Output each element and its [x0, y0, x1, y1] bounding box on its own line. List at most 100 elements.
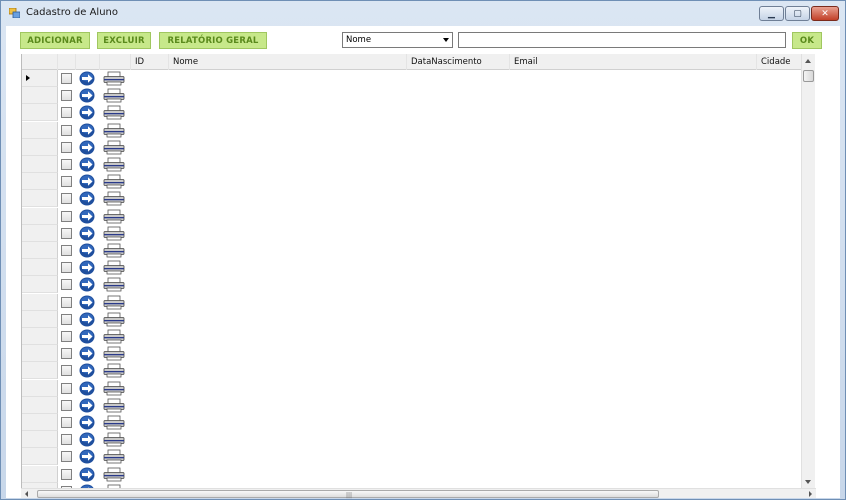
arrow-right-circle-icon[interactable]	[79, 174, 95, 189]
row-header[interactable]	[22, 121, 58, 139]
printer-icon[interactable]	[103, 226, 125, 241]
vertical-scrollbar[interactable]	[801, 54, 815, 488]
printer-icon[interactable]	[103, 123, 125, 138]
column-header-birthdate[interactable]: DataNascimento	[407, 54, 510, 70]
table-row[interactable]	[22, 310, 814, 328]
row-header[interactable]	[22, 70, 58, 87]
table-row[interactable]	[22, 190, 814, 208]
row-header[interactable]	[22, 414, 58, 431]
row-header[interactable]	[22, 379, 58, 397]
table-row[interactable]	[22, 328, 814, 345]
printer-icon[interactable]	[103, 449, 125, 464]
table-row[interactable]	[22, 465, 814, 483]
column-header-email[interactable]: Email	[510, 54, 757, 70]
row-select-checkbox[interactable]	[61, 365, 72, 377]
row-select-checkbox[interactable]	[61, 434, 72, 446]
row-select-checkbox[interactable]	[61, 382, 72, 394]
title-bar[interactable]: Cadastro de Aluno ▁ ▢ ✕	[1, 1, 845, 25]
printer-icon[interactable]	[103, 88, 125, 103]
arrow-right-circle-icon[interactable]	[79, 88, 95, 103]
close-button[interactable]: ✕	[811, 6, 839, 21]
printer-icon[interactable]	[103, 295, 125, 310]
row-select-checkbox[interactable]	[61, 296, 72, 308]
printer-icon[interactable]	[103, 329, 125, 344]
row-select-checkbox[interactable]	[61, 210, 72, 222]
row-select-checkbox[interactable]	[61, 193, 72, 205]
row-select-checkbox[interactable]	[61, 417, 72, 428]
row-header[interactable]	[22, 345, 58, 363]
filter-select[interactable]: Nome	[342, 32, 453, 48]
table-row[interactable]	[22, 448, 814, 466]
row-header[interactable]	[22, 448, 58, 466]
arrow-right-circle-icon[interactable]	[79, 71, 95, 86]
row-header[interactable]	[22, 104, 58, 122]
table-row[interactable]	[22, 396, 814, 414]
add-button[interactable]: ADICIONAR	[20, 32, 90, 49]
printer-icon[interactable]	[103, 346, 125, 361]
row-header[interactable]	[22, 328, 58, 345]
row-header[interactable]	[22, 173, 58, 191]
row-header[interactable]	[22, 362, 58, 380]
row-select-checkbox[interactable]	[61, 279, 72, 291]
row-header[interactable]	[22, 431, 58, 449]
table-row[interactable]	[22, 276, 814, 294]
arrow-right-circle-icon[interactable]	[79, 123, 95, 138]
row-header[interactable]	[22, 224, 58, 242]
arrow-right-circle-icon[interactable]	[79, 381, 95, 396]
table-row[interactable]	[22, 362, 814, 380]
row-select-checkbox[interactable]	[61, 124, 72, 136]
table-row[interactable]	[22, 207, 814, 225]
row-select-checkbox[interactable]	[61, 141, 72, 153]
row-select-checkbox[interactable]	[61, 313, 72, 325]
printer-icon[interactable]	[103, 467, 125, 482]
column-header-name[interactable]: Nome	[169, 54, 407, 70]
scroll-down-icon[interactable]	[805, 480, 811, 484]
arrow-right-circle-icon[interactable]	[79, 467, 95, 482]
table-row[interactable]	[22, 259, 814, 277]
row-header[interactable]	[22, 87, 58, 105]
printer-icon[interactable]	[103, 381, 125, 396]
arrow-right-circle-icon[interactable]	[79, 312, 95, 327]
arrow-right-circle-icon[interactable]	[79, 346, 95, 361]
printer-icon[interactable]	[103, 432, 125, 447]
table-row[interactable]	[22, 138, 814, 156]
row-header[interactable]	[22, 190, 58, 208]
ok-button[interactable]: OK	[792, 32, 822, 49]
maximize-button[interactable]: ▢	[785, 6, 810, 21]
printer-icon[interactable]	[103, 260, 125, 275]
delete-button[interactable]: EXCLUIR	[97, 32, 151, 49]
table-row[interactable]	[22, 173, 814, 191]
arrow-right-circle-icon[interactable]	[79, 398, 95, 413]
row-select-checkbox[interactable]	[61, 159, 72, 170]
row-header[interactable]	[22, 396, 58, 414]
row-select-checkbox[interactable]	[61, 107, 72, 119]
arrow-right-circle-icon[interactable]	[79, 105, 95, 120]
row-select-checkbox[interactable]	[61, 73, 72, 84]
row-select-checkbox[interactable]	[61, 451, 72, 463]
table-row[interactable]	[22, 224, 814, 242]
arrow-right-circle-icon[interactable]	[79, 363, 95, 378]
table-row[interactable]	[22, 293, 814, 311]
row-header[interactable]	[22, 156, 58, 173]
printer-icon[interactable]	[103, 157, 125, 172]
table-row[interactable]	[22, 242, 814, 259]
row-select-checkbox[interactable]	[61, 262, 72, 274]
row-header[interactable]	[22, 242, 58, 259]
printer-icon[interactable]	[103, 105, 125, 120]
arrow-right-circle-icon[interactable]	[79, 329, 95, 344]
arrow-right-circle-icon[interactable]	[79, 295, 95, 310]
row-select-checkbox[interactable]	[61, 176, 72, 188]
row-select-checkbox[interactable]	[61, 227, 72, 239]
printer-icon[interactable]	[103, 312, 125, 327]
row-header[interactable]	[22, 276, 58, 294]
printer-icon[interactable]	[103, 174, 125, 189]
row-header[interactable]	[22, 138, 58, 156]
row-header[interactable]	[22, 293, 58, 311]
scroll-up-icon[interactable]	[805, 59, 811, 63]
printer-icon[interactable]	[103, 191, 125, 206]
row-select-checkbox[interactable]	[61, 331, 72, 342]
printer-icon[interactable]	[103, 398, 125, 413]
printer-icon[interactable]	[103, 363, 125, 378]
table-row[interactable]	[22, 379, 814, 397]
table-row[interactable]	[22, 156, 814, 173]
